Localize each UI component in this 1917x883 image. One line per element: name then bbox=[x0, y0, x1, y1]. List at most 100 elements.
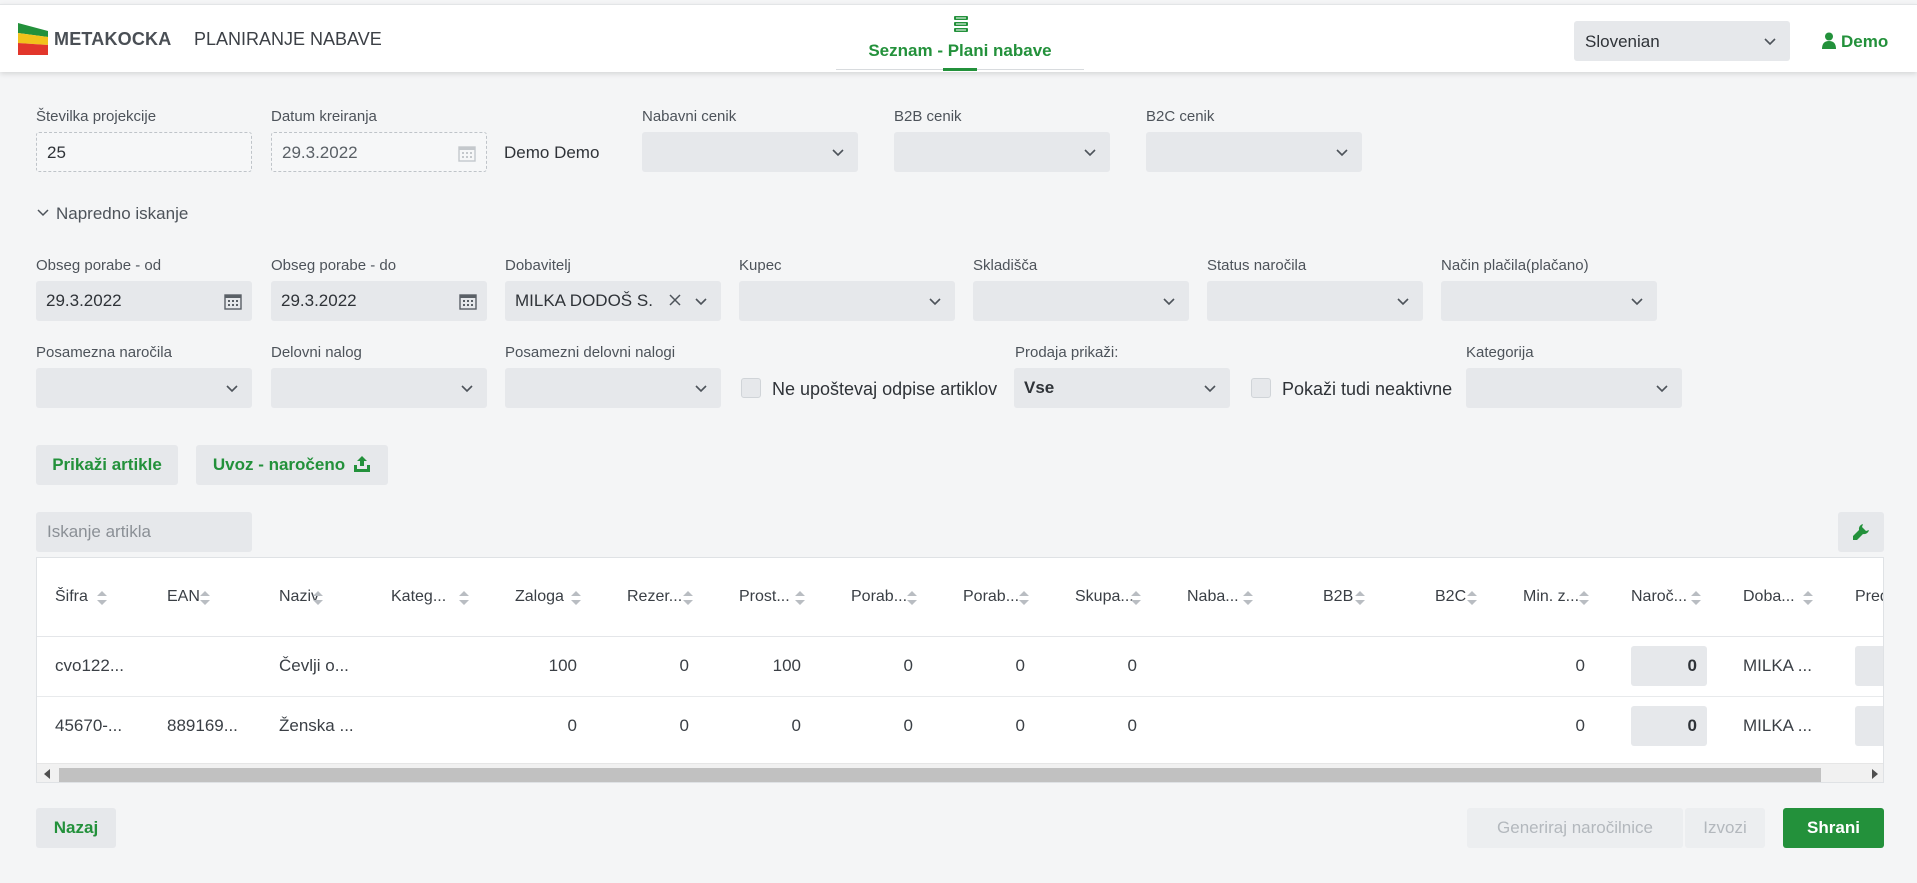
column-header-nabavna[interactable]: Naba... bbox=[1157, 558, 1269, 637]
back-label: Nazaj bbox=[53, 818, 99, 837]
cell-rezervirano: 0 bbox=[679, 716, 689, 735]
language-value: Slovenian bbox=[1585, 32, 1660, 51]
consumption-from-value: 29.3.2022 bbox=[46, 291, 122, 310]
generate-orders-label: Generiraj naročilnice bbox=[1497, 818, 1653, 837]
chevron-down-icon bbox=[1163, 298, 1175, 306]
row-divider bbox=[37, 696, 1883, 697]
sort-icon bbox=[1355, 591, 1365, 605]
item-search[interactable] bbox=[36, 512, 252, 552]
column-header-pred[interactable]: Pred bbox=[1829, 558, 1883, 637]
cell-ean: 889169... bbox=[167, 716, 238, 735]
user-icon bbox=[1822, 32, 1836, 49]
sales-show-value: Vse bbox=[1024, 378, 1055, 397]
column-header-naziv[interactable]: Naziv bbox=[261, 558, 373, 637]
sort-icon bbox=[313, 591, 323, 605]
consumption-from-field[interactable]: 29.3.2022 bbox=[36, 281, 252, 321]
cell-prosto: 0 bbox=[791, 716, 801, 735]
cell-zaloga: 0 bbox=[567, 716, 577, 735]
created-date-field[interactable]: 29.3.2022 bbox=[271, 132, 487, 172]
sort-icon bbox=[571, 591, 581, 605]
warehouses-select[interactable] bbox=[973, 281, 1189, 321]
work-order-select[interactable] bbox=[271, 368, 487, 408]
supplier-label: Dobavitelj bbox=[505, 257, 571, 274]
import-ordered-button[interactable]: Uvoz - naročeno bbox=[196, 445, 388, 485]
pred-input[interactable] bbox=[1855, 706, 1883, 746]
column-header-prosto[interactable]: Prost... bbox=[709, 558, 821, 637]
column-header-label: B2C bbox=[1435, 588, 1467, 605]
show-inactive-checkbox[interactable] bbox=[1251, 378, 1271, 398]
column-header-rezervirano[interactable]: Rezer... bbox=[597, 558, 709, 637]
ignore-writeoffs-checkbox[interactable] bbox=[741, 378, 761, 398]
ordered-qty-input[interactable]: 0 bbox=[1631, 646, 1707, 686]
pred-input[interactable] bbox=[1855, 646, 1883, 686]
chevron-down-icon bbox=[37, 209, 49, 217]
column-header-b2b[interactable]: B2B bbox=[1269, 558, 1381, 637]
item-search-input[interactable] bbox=[36, 512, 252, 552]
b2b-pricelist-select[interactable] bbox=[894, 132, 1110, 172]
advanced-search-toggle[interactable]: Napredno iskanje bbox=[36, 204, 188, 224]
brand-name: METAKOCKA bbox=[54, 29, 172, 49]
save-button[interactable]: Shrani bbox=[1783, 808, 1884, 848]
scroll-right-icon[interactable] bbox=[1871, 769, 1879, 779]
back-button[interactable]: Nazaj bbox=[36, 808, 116, 848]
sort-icon bbox=[683, 591, 693, 605]
chevron-down-icon bbox=[1084, 149, 1096, 157]
import-ordered-label: Uvoz - naročeno bbox=[212, 455, 346, 474]
table-settings-button[interactable] bbox=[1838, 512, 1884, 552]
cell-skupaj: 0 bbox=[1127, 716, 1137, 735]
supplier-select[interactable]: MILKA DODOŠ S. bbox=[505, 281, 721, 321]
work-order-label: Delovni nalog bbox=[271, 344, 362, 361]
column-header-kategorija[interactable]: Kateg... bbox=[373, 558, 485, 637]
column-header-naroceno[interactable]: Naroč... bbox=[1605, 558, 1717, 637]
tab-plans-list[interactable]: Seznam - Plani nabave bbox=[836, 5, 1084, 71]
ordered-qty-input[interactable]: 0 bbox=[1631, 706, 1707, 746]
column-header-skupaj[interactable]: Skupa... bbox=[1045, 558, 1157, 637]
single-orders-label: Posamezna naročila bbox=[36, 344, 172, 361]
export-button[interactable]: Izvozi bbox=[1685, 808, 1765, 848]
sales-show-select[interactable]: Vse bbox=[1014, 368, 1230, 408]
b2c-pricelist-label: B2C cenik bbox=[1146, 108, 1215, 125]
column-header-b2c[interactable]: B2C bbox=[1381, 558, 1493, 637]
sort-icon bbox=[795, 591, 805, 605]
sort-icon bbox=[459, 591, 469, 605]
b2c-pricelist-select[interactable] bbox=[1146, 132, 1362, 172]
calendar-icon bbox=[458, 146, 476, 162]
cell-zaloga: 100 bbox=[548, 656, 577, 675]
scroll-left-icon[interactable] bbox=[43, 769, 51, 779]
chevron-down-icon bbox=[1204, 385, 1216, 393]
ordered-qty-value: 0 bbox=[1687, 716, 1697, 735]
scrollbar-thumb[interactable] bbox=[59, 768, 1821, 782]
language-select[interactable]: Slovenian bbox=[1574, 21, 1790, 61]
column-header-label: Zaloga bbox=[515, 588, 564, 605]
column-header-zaloga[interactable]: Zaloga bbox=[485, 558, 597, 637]
purchase-pricelist-select[interactable] bbox=[642, 132, 858, 172]
column-header-poraba-1[interactable]: Porab... bbox=[821, 558, 933, 637]
column-header-min-zaloga[interactable]: Min. z... bbox=[1493, 558, 1605, 637]
top-bar: METAKOCKA PLANIRANJE NABAVE Seznam - Pla… bbox=[0, 4, 1917, 72]
column-header-poraba-2[interactable]: Porab... bbox=[933, 558, 1045, 637]
consumption-to-field[interactable]: 29.3.2022 bbox=[271, 281, 487, 321]
order-status-select[interactable] bbox=[1207, 281, 1423, 321]
sort-icon bbox=[1579, 591, 1589, 605]
cell-dobavitelj: MILKA ... bbox=[1743, 656, 1812, 675]
single-orders-select[interactable] bbox=[36, 368, 252, 408]
calendar-icon bbox=[224, 294, 242, 310]
items-table: Šifra EAN Naziv Kateg... Zaloga Rezer...… bbox=[36, 557, 1884, 783]
customer-select[interactable] bbox=[739, 281, 955, 321]
generate-orders-button[interactable]: Generiraj naročilnice bbox=[1467, 808, 1683, 848]
column-header-label: Kateg... bbox=[391, 588, 447, 605]
module-title: PLANIRANJE NABAVE bbox=[194, 29, 382, 49]
show-items-button[interactable]: Prikaži artikle bbox=[36, 445, 178, 485]
payment-method-select[interactable] bbox=[1441, 281, 1657, 321]
column-header-ean[interactable]: EAN bbox=[149, 558, 261, 637]
single-work-orders-select[interactable] bbox=[505, 368, 721, 408]
column-header-dobavitelj[interactable]: Doba... bbox=[1717, 558, 1829, 637]
projection-number-field[interactable]: 25 bbox=[36, 132, 252, 172]
ignore-writeoffs-label: Ne upoštevaj odpise artiklov bbox=[772, 379, 998, 399]
save-label: Shrani bbox=[1807, 818, 1860, 837]
category-select[interactable] bbox=[1466, 368, 1682, 408]
column-header-sifra[interactable]: Šifra bbox=[37, 558, 149, 637]
user-menu[interactable]: Demo bbox=[1822, 32, 1888, 52]
horizontal-scrollbar[interactable] bbox=[37, 763, 1883, 782]
clear-icon[interactable] bbox=[667, 292, 683, 308]
